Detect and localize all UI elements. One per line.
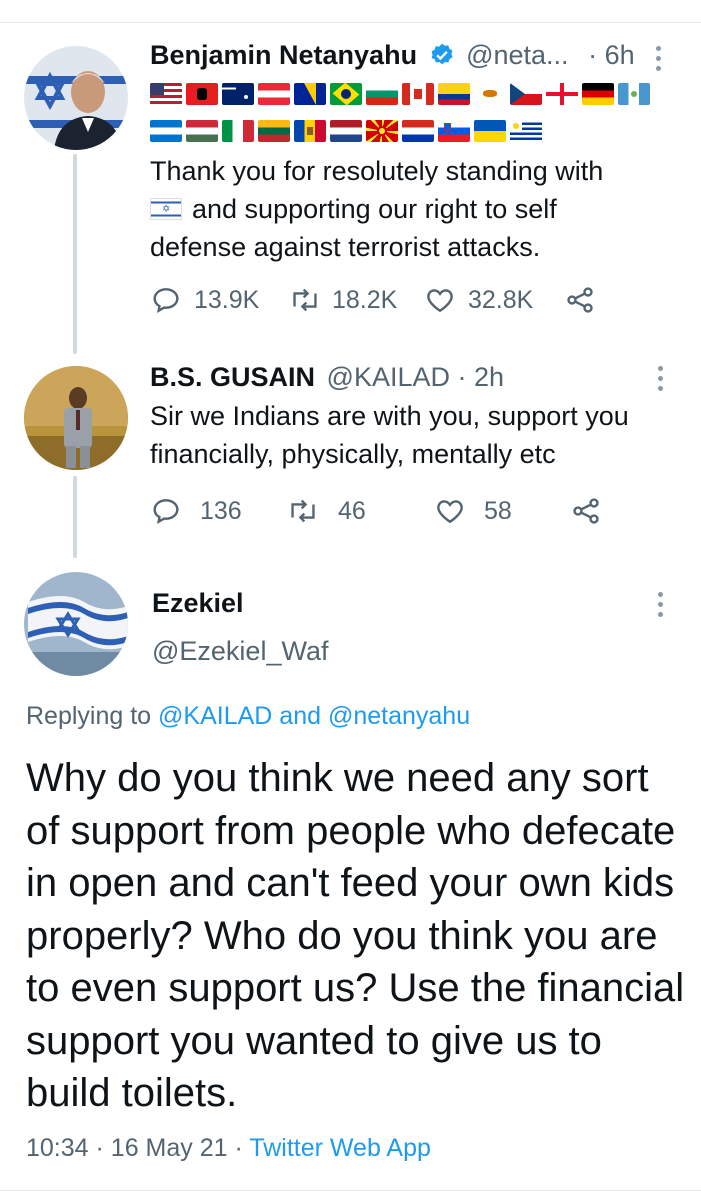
reply-count: 13.9K: [194, 285, 260, 314]
tweet-text-line: and supporting our right to self: [192, 194, 557, 224]
reply-button[interactable]: 13.9K: [150, 284, 278, 316]
tweet-source-link[interactable]: Twitter Web App: [249, 1134, 431, 1162]
tweet1-text: Thank you for resolutely standing with ✡…: [150, 152, 670, 266]
tweet-time[interactable]: · 6h: [588, 40, 635, 70]
flag-row: [150, 117, 660, 145]
tweet-time[interactable]: 10:34: [26, 1134, 89, 1162]
heart-icon: [427, 289, 453, 313]
author-handle[interactable]: @Ezekiel_Waf: [152, 636, 328, 666]
flag-lt-icon: [258, 120, 290, 142]
tweet3-text: Why do you think we need any sort of sup…: [26, 756, 685, 1115]
avatar-ezekiel[interactable]: [24, 572, 128, 676]
flag-bg-icon: [366, 83, 398, 105]
flag-list: [150, 80, 660, 154]
tweet-text-line-with-flag: ✡ and supporting our right to self: [150, 190, 670, 228]
flag-al-icon: [186, 83, 218, 105]
tweet2-header: B.S. GUSAIN @KAILAD · 2h: [150, 362, 504, 393]
flag-nl-icon: [330, 120, 362, 142]
top-divider: [0, 22, 701, 23]
retweet-icon: [291, 499, 315, 523]
like-button[interactable]: 32.8K: [424, 284, 564, 316]
share-button[interactable]: [564, 284, 596, 316]
tweet-text-line: defense against terrorist attacks.: [150, 232, 541, 262]
author-handle[interactable]: @neta...: [466, 40, 568, 70]
retweet-button[interactable]: 18.2K: [288, 284, 424, 316]
bottom-divider: [0, 1190, 701, 1191]
share-icon: [567, 287, 593, 313]
avatar-netanyahu[interactable]: [24, 46, 128, 150]
replying-to: Replying to @KAILAD and @netanyahu: [26, 702, 470, 731]
flag-ua-icon: [474, 120, 506, 142]
tweet-date[interactable]: 16 May 21: [111, 1134, 228, 1162]
share-icon: [573, 498, 599, 524]
flag-ca-icon: [402, 83, 434, 105]
replying-user-link[interactable]: @KAILAD: [158, 702, 272, 730]
tweet-time[interactable]: · 2h: [458, 362, 505, 392]
flag-it-icon: [222, 120, 254, 142]
tweet1-actions: 13.9K 18.2K 32.8K: [150, 284, 596, 316]
flag-py-icon: [402, 120, 434, 142]
flag-at-icon: [258, 83, 290, 105]
tweet2-actions: 136 46 58: [150, 495, 602, 527]
author-handle[interactable]: @KAILAD: [327, 362, 450, 392]
replying-prefix: Replying to: [26, 702, 152, 730]
tweet3-name[interactable]: Ezekiel: [152, 588, 244, 619]
flag-hn-icon: [150, 120, 182, 142]
replying-and: and: [279, 702, 322, 730]
flag-uy-icon: [510, 120, 542, 142]
flag-us-icon: [150, 83, 182, 105]
replying-user-link[interactable]: @netanyahu: [328, 702, 470, 730]
tweet1-header: Benjamin Netanyahu @neta... · 6h: [150, 40, 635, 75]
flag-de-icon: [582, 83, 614, 105]
author-name[interactable]: Benjamin Netanyahu: [150, 40, 417, 70]
meta-separator: ·: [234, 1134, 243, 1162]
flag-au-icon: [222, 83, 254, 105]
flag-hu-icon: [186, 120, 218, 142]
like-count: 58: [484, 496, 512, 525]
author-name[interactable]: Ezekiel: [152, 588, 244, 618]
reply-icon: [153, 288, 179, 313]
tweet-meta: 10:34 · 16 May 21 · Twitter Web App: [26, 1134, 431, 1163]
flag-co-icon: [438, 83, 470, 105]
thread-line: [73, 154, 77, 354]
flag-md-icon: [294, 120, 326, 142]
flag-br-icon: [330, 83, 362, 105]
verified-badge-icon: [429, 42, 455, 75]
thread-line: [73, 476, 77, 558]
flag-cz-icon: [510, 83, 542, 105]
heart-icon: [437, 500, 463, 524]
retweet-count: 46: [338, 496, 366, 525]
flag-si-icon: [438, 120, 470, 142]
reply-icon: [153, 499, 179, 524]
tweet-text-line: financially, physically, mentally etc: [150, 439, 556, 469]
retweet-count: 18.2K: [332, 285, 398, 314]
author-name[interactable]: B.S. GUSAIN: [150, 362, 315, 392]
tweet3-handle[interactable]: @Ezekiel_Waf: [152, 636, 328, 667]
more-options-icon[interactable]: [658, 366, 664, 396]
flag-gt-icon: [618, 83, 650, 105]
retweet-icon: [293, 288, 317, 312]
flag-ge-icon: [546, 83, 578, 105]
tweet-text-line: Thank you for resolutely standing with: [150, 156, 604, 186]
share-button[interactable]: [570, 495, 602, 527]
flag-mk-icon: [366, 120, 398, 142]
flag-il-icon: ✡: [150, 198, 182, 220]
meta-separator: ·: [95, 1134, 104, 1162]
tweet-text-line: Sir we Indians are with you, support you: [150, 401, 629, 431]
avatar-gusain[interactable]: [24, 366, 128, 470]
more-options-icon[interactable]: [656, 46, 662, 76]
flag-row: [150, 80, 660, 108]
flag-ba-icon: [294, 83, 326, 105]
tweet2-text: Sir we Indians are with you, support you…: [150, 397, 690, 473]
flag-cy-icon: [474, 83, 506, 105]
retweet-button[interactable]: 46: [286, 495, 434, 527]
reply-count: 136: [200, 496, 242, 525]
like-button[interactable]: 58: [434, 495, 570, 527]
like-count: 32.8K: [468, 285, 534, 314]
more-options-icon[interactable]: [658, 592, 664, 622]
reply-button[interactable]: 136: [150, 495, 276, 527]
